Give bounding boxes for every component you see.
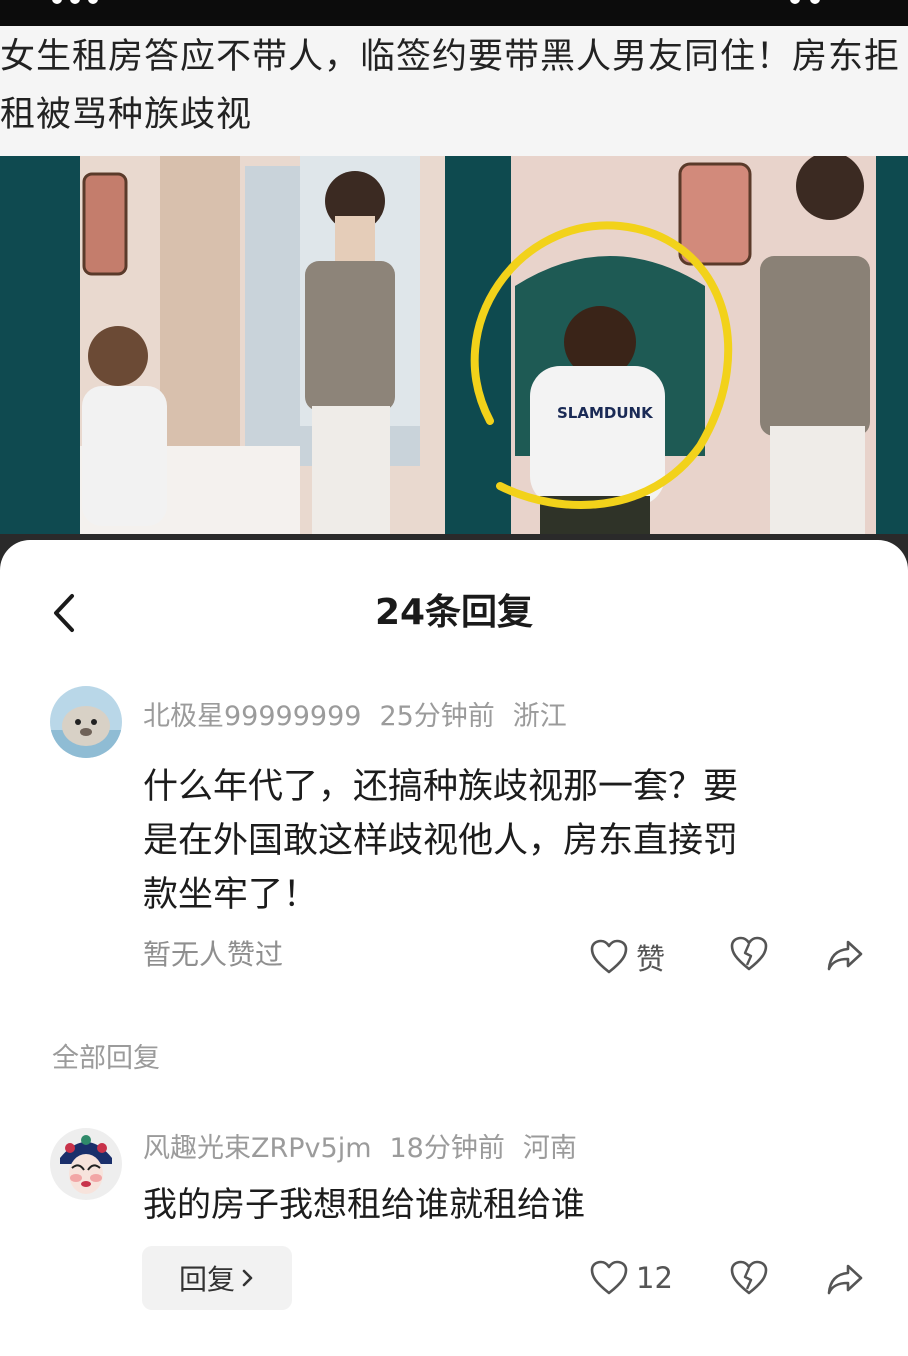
comment-username[interactable]: 北极星99999999 [143, 701, 361, 732]
all-replies-label: 全部回复 [52, 1043, 160, 1074]
share-button[interactable] [826, 938, 864, 972]
broken-heart-icon [730, 1260, 768, 1295]
like-button[interactable]: 赞 [590, 936, 665, 978]
shirt-print: SLAMDUNK [557, 404, 654, 422]
comment-line: 什么年代了，还搞种族歧视那一套？要 [143, 767, 739, 807]
status-dot [52, 0, 62, 4]
reply-username[interactable]: 风趣光束ZRPv5jm [143, 1133, 372, 1164]
replies-count-title: 24条回复 [374, 592, 534, 633]
broken-heart-icon [730, 936, 768, 971]
reply-like-count: 12 [636, 1261, 673, 1295]
reply-dislike-button[interactable] [730, 1260, 768, 1296]
reply-body: 我的房子我想租给谁就租给谁 [143, 1185, 585, 1225]
reply-location: 河南 [522, 1133, 577, 1164]
like-label: 赞 [636, 942, 666, 976]
share-icon [827, 1264, 863, 1295]
reply-time: 18分钟前 [389, 1133, 505, 1164]
heart-icon [590, 939, 628, 974]
likes-note: 暂无人赞过 [143, 938, 284, 971]
comment-meta: 北极星99999999 25分钟前 浙江 [143, 700, 585, 734]
opera-mask-avatar-image [50, 1128, 122, 1200]
avatar[interactable] [50, 686, 122, 758]
status-bar [0, 0, 908, 26]
article-headline: 女生租房答应不带人，临签约要带黑人男友同住！房东拒租被骂种族歧视 [0, 37, 901, 135]
seal-avatar-image [50, 686, 122, 758]
avatar[interactable] [50, 1128, 122, 1200]
dislike-button[interactable] [730, 936, 768, 972]
reply-share-button[interactable] [826, 1262, 864, 1296]
comment-time: 25分钟前 [379, 701, 495, 732]
comment-line: 是在外国敢这样歧视他人，房东直接罚 [143, 821, 739, 861]
comment-body: 什么年代了，还搞种族歧视那一套？要 是在外国敢这样歧视他人，房东直接罚 款坐牢了… [143, 760, 738, 922]
view-replies-button[interactable]: 回复 [142, 1246, 292, 1310]
comment-line: 款坐牢了！ [143, 875, 319, 915]
chevron-right-icon [241, 1268, 255, 1288]
headline-area: 女生租房答应不带人，临签约要带黑人男友同住！房东拒租被骂种族歧视 [0, 26, 908, 156]
video-thumbnail: SLAMDUNK [0, 156, 908, 534]
signal-dot [790, 0, 800, 4]
heart-icon [590, 1260, 628, 1295]
status-dot [70, 0, 80, 4]
reply-like-button[interactable]: 12 [590, 1260, 673, 1296]
reply-button-label: 回复 [178, 1263, 235, 1296]
signal-dot [810, 0, 820, 4]
video-frame[interactable]: SLAMDUNK [0, 156, 908, 534]
share-icon [827, 940, 863, 971]
replies-sheet: 24条回复 北极星99999999 25分钟前 浙江 什么年代了，还搞种族歧视那一套… [0, 540, 908, 1356]
comment-location: 浙江 [512, 701, 567, 732]
status-dot [88, 0, 98, 4]
reply-meta: 风趣光束ZRPv5jm 18分钟前 河南 [143, 1132, 595, 1166]
